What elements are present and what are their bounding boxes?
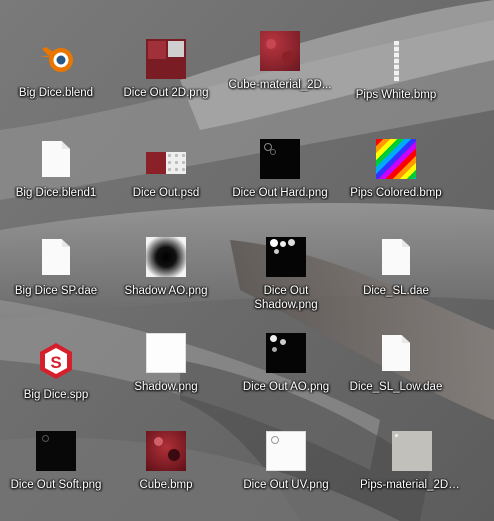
icon-label: Pips-material_2D_...: [360, 479, 464, 491]
blender-icon: [35, 38, 77, 80]
image-thumbnail-icon: [145, 430, 187, 472]
image-thumbnail-icon: [35, 430, 77, 472]
desktop-icon-pips-white[interactable]: Pips White.bmp: [344, 32, 448, 122]
document-icon: [35, 138, 77, 180]
icon-label: Dice Out Shadow.png: [254, 285, 318, 311]
icon-label: Pips Colored.bmp: [350, 187, 442, 199]
desktop-icon-shadow-ao[interactable]: Shadow AO.png: [114, 228, 218, 318]
image-thumbnail-icon: [145, 236, 187, 278]
desktop: Big Dice.blend Dice Out 2D.png Cube-mate…: [0, 0, 494, 521]
image-thumbnail-icon: [145, 332, 187, 374]
image-thumbnail-icon: [375, 40, 417, 82]
icon-label: Dice Out Soft.png: [10, 479, 102, 491]
desktop-icon-pips-colored[interactable]: Pips Colored.bmp: [344, 130, 448, 220]
icon-label: Dice_SL.dae: [363, 285, 429, 297]
icon-label: Cube-material_2D...: [228, 79, 332, 91]
icon-label: Big Dice.blend1: [15, 187, 97, 199]
desktop-icon-big-dice-spp[interactable]: S Big Dice.spp: [4, 332, 108, 422]
image-thumbnail-icon: [265, 430, 307, 472]
document-icon: [375, 332, 417, 374]
icon-label: Dice Out Hard.png: [232, 187, 328, 199]
icon-label: Shadow AO.png: [124, 285, 208, 297]
image-thumbnail-icon: [259, 138, 301, 180]
svg-text:S: S: [50, 353, 61, 372]
icon-label: Pips White.bmp: [355, 89, 437, 101]
icon-label: Dice_SL_Low.dae: [349, 381, 443, 393]
desktop-icon-cube-material[interactable]: Cube-material_2D...: [228, 22, 332, 112]
image-thumbnail-icon: [145, 138, 187, 180]
desktop-icon-dice-out-psd[interactable]: Dice Out.psd: [114, 130, 218, 220]
icon-label: Dice Out.psd: [132, 187, 200, 199]
image-thumbnail-icon: [375, 138, 417, 180]
document-icon: [375, 236, 417, 278]
desktop-icon-dice-out-2d[interactable]: Dice Out 2D.png: [114, 30, 218, 120]
icon-label: Big Dice.blend: [18, 87, 94, 99]
image-thumbnail-icon: [145, 38, 187, 80]
document-icon: [35, 236, 77, 278]
icon-label: Dice Out 2D.png: [123, 87, 209, 99]
icon-label: Shadow.png: [134, 381, 198, 393]
desktop-icon-dice-sl-low[interactable]: Dice_SL_Low.dae: [344, 324, 448, 414]
icon-label: Cube.bmp: [139, 479, 193, 491]
icon-label: Dice Out UV.png: [243, 479, 329, 491]
icon-label: Big Dice.spp: [23, 389, 89, 401]
desktop-icon-dice-out-soft[interactable]: Dice Out Soft.png: [4, 422, 108, 512]
desktop-icon-dice-out-ao[interactable]: Dice Out AO.png: [234, 324, 338, 414]
desktop-icon-shadow[interactable]: Shadow.png: [114, 324, 218, 414]
desktop-icon-pips-material[interactable]: Pips-material_2D_...: [360, 422, 464, 512]
desktop-icon-dice-sl-dae[interactable]: Dice_SL.dae: [344, 228, 448, 318]
icon-label: Dice Out AO.png: [242, 381, 330, 393]
desktop-icon-dice-out-hard[interactable]: Dice Out Hard.png: [228, 130, 332, 220]
desktop-icon-dice-out-uv[interactable]: Dice Out UV.png: [234, 422, 338, 512]
image-thumbnail-icon: [259, 30, 301, 72]
image-thumbnail-icon: [391, 430, 433, 472]
desktop-icon-cube-bmp[interactable]: Cube.bmp: [114, 422, 218, 512]
desktop-icon-dice-out-shadow[interactable]: Dice Out Shadow.png: [234, 228, 338, 318]
desktop-icon-big-dice-sp-dae[interactable]: Big Dice SP.dae: [4, 228, 108, 318]
desktop-icon-big-dice-blend1[interactable]: Big Dice.blend1: [4, 130, 108, 220]
substance-painter-icon: S: [35, 340, 77, 382]
icon-label: Big Dice SP.dae: [14, 285, 98, 297]
image-thumbnail-icon: [265, 236, 307, 278]
desktop-icon-big-dice-blend[interactable]: Big Dice.blend: [4, 30, 108, 120]
image-thumbnail-icon: [265, 332, 307, 374]
